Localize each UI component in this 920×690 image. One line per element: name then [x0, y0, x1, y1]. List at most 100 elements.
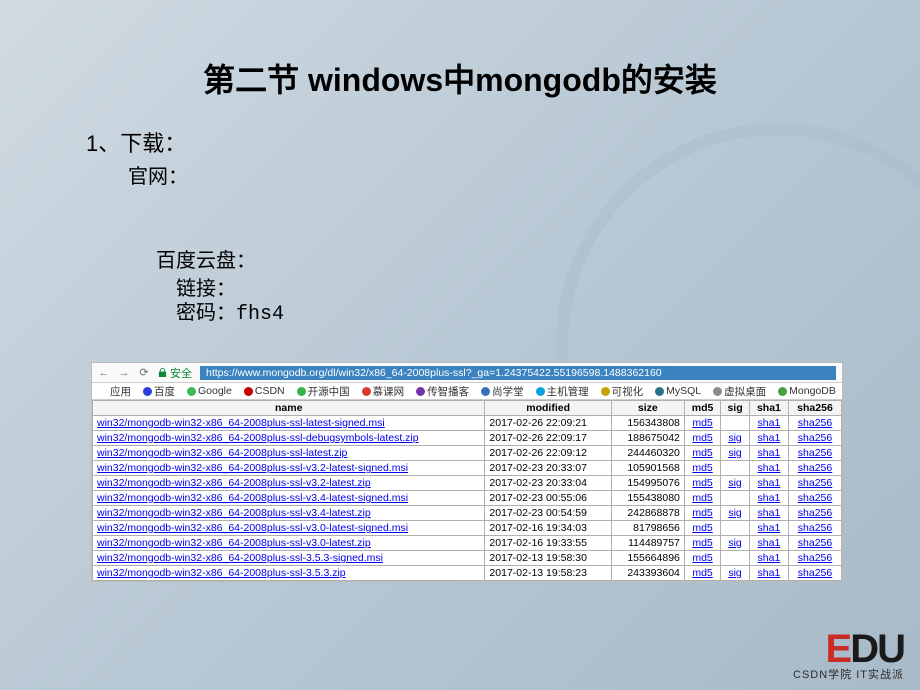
cell-sig — [721, 491, 750, 506]
md5-link[interactable]: md5 — [692, 537, 712, 549]
cell-sha1: sha1 — [749, 461, 788, 476]
reload-button[interactable]: ⟳ — [138, 366, 150, 379]
cell-sha1: sha1 — [749, 476, 788, 491]
bookmark-google[interactable]: Google — [187, 385, 232, 397]
cell-size: 105901568 — [611, 461, 684, 476]
bookmark-imooc[interactable]: 慕课网 — [362, 384, 405, 399]
col-sig: sig — [721, 401, 750, 416]
file-link[interactable]: win32/mongodb-win32-x86_64-2008plus-ssl-… — [97, 537, 371, 549]
back-button[interactable]: ← — [98, 367, 110, 379]
sha1-link[interactable]: sha1 — [758, 447, 781, 459]
cell-modified: 2017-02-23 20:33:07 — [485, 461, 611, 476]
file-link[interactable]: win32/mongodb-win32-x86_64-2008plus-ssl-… — [97, 492, 408, 504]
cell-size: 242868878 — [611, 506, 684, 521]
sig-link[interactable]: sig — [728, 507, 741, 519]
md5-link[interactable]: md5 — [692, 477, 712, 489]
sha256-link[interactable]: sha256 — [798, 477, 832, 489]
bookmark-shangxt[interactable]: 尚学堂 — [481, 384, 524, 399]
table-row: win32/mongodb-win32-x86_64-2008plus-ssl-… — [93, 566, 842, 581]
file-link[interactable]: win32/mongodb-win32-x86_64-2008plus-ssl-… — [97, 552, 383, 564]
sha1-link[interactable]: sha1 — [758, 567, 781, 579]
table-row: win32/mongodb-win32-x86_64-2008plus-ssl-… — [93, 521, 842, 536]
sha1-link[interactable]: sha1 — [758, 507, 781, 519]
sha256-link[interactable]: sha256 — [798, 447, 832, 459]
footer-subtitle: CSDN学院 IT实战派 — [793, 666, 904, 682]
cell-sha256: sha256 — [788, 551, 841, 566]
md5-link[interactable]: md5 — [692, 447, 712, 459]
sig-link[interactable]: sig — [728, 567, 741, 579]
host-icon — [536, 387, 545, 396]
md5-link[interactable]: md5 — [692, 522, 712, 534]
cell-sig — [721, 416, 750, 431]
cell-name: win32/mongodb-win32-x86_64-2008plus-ssl-… — [93, 416, 485, 431]
md5-link[interactable]: md5 — [692, 567, 712, 579]
cell-sha256: sha256 — [788, 446, 841, 461]
bookmark-chuanzhi[interactable]: 传智播客 — [416, 384, 469, 399]
cell-sha256: sha256 — [788, 566, 841, 581]
cell-size: 156343808 — [611, 416, 684, 431]
file-link[interactable]: win32/mongodb-win32-x86_64-2008plus-ssl-… — [97, 417, 385, 429]
cell-md5: md5 — [684, 461, 720, 476]
apps-button[interactable]: 应用 — [98, 384, 131, 399]
sha256-link[interactable]: sha256 — [798, 417, 832, 429]
file-table: name modified size md5 sig sha1 sha256 w… — [92, 400, 842, 581]
md5-link[interactable]: md5 — [692, 507, 712, 519]
bookmark-oschina[interactable]: 开源中国 — [297, 384, 350, 399]
forward-button[interactable]: → — [118, 367, 130, 379]
sha1-link[interactable]: sha1 — [758, 492, 781, 504]
sha1-link[interactable]: sha1 — [758, 477, 781, 489]
sha1-link[interactable]: sha1 — [758, 537, 781, 549]
table-row: win32/mongodb-win32-x86_64-2008plus-ssl-… — [93, 461, 842, 476]
file-link[interactable]: win32/mongodb-win32-x86_64-2008plus-ssl-… — [97, 462, 408, 474]
sha256-link[interactable]: sha256 — [798, 537, 832, 549]
sha256-link[interactable]: sha256 — [798, 567, 832, 579]
sha256-link[interactable]: sha256 — [798, 552, 832, 564]
cell-sha256: sha256 — [788, 521, 841, 536]
sha256-link[interactable]: sha256 — [798, 507, 832, 519]
file-link[interactable]: win32/mongodb-win32-x86_64-2008plus-ssl-… — [97, 447, 347, 459]
bookmark-host[interactable]: 主机管理 — [536, 384, 589, 399]
sha1-link[interactable]: sha1 — [758, 462, 781, 474]
url-bar[interactable]: https://www.mongodb.org/dl/win32/x86_64-… — [200, 366, 836, 380]
md5-link[interactable]: md5 — [692, 462, 712, 474]
bookmark-mongodb[interactable]: MongoDB — [778, 385, 836, 397]
file-link[interactable]: win32/mongodb-win32-x86_64-2008plus-ssl-… — [97, 432, 419, 444]
sha256-link[interactable]: sha256 — [798, 432, 832, 444]
sig-link[interactable]: sig — [728, 432, 741, 444]
sig-link[interactable]: sig — [728, 477, 741, 489]
col-sha1: sha1 — [749, 401, 788, 416]
bookmark-vm[interactable]: 虚拟桌面 — [713, 384, 766, 399]
md5-link[interactable]: md5 — [692, 417, 712, 429]
file-link[interactable]: win32/mongodb-win32-x86_64-2008plus-ssl-… — [97, 567, 346, 579]
sha1-link[interactable]: sha1 — [758, 417, 781, 429]
bookmark-mysql[interactable]: MySQL — [655, 385, 701, 397]
file-link[interactable]: win32/mongodb-win32-x86_64-2008plus-ssl-… — [97, 522, 408, 534]
sha1-link[interactable]: sha1 — [758, 552, 781, 564]
sha1-link[interactable]: sha1 — [758, 432, 781, 444]
md5-link[interactable]: md5 — [692, 432, 712, 444]
sig-link[interactable]: sig — [728, 447, 741, 459]
cell-modified: 2017-02-23 20:33:04 — [485, 476, 611, 491]
sig-link[interactable]: sig — [728, 537, 741, 549]
sha1-link[interactable]: sha1 — [758, 522, 781, 534]
md5-link[interactable]: md5 — [692, 492, 712, 504]
file-link[interactable]: win32/mongodb-win32-x86_64-2008plus-ssl-… — [97, 507, 371, 519]
browser-screenshot: ← → ⟳ 安全 https://www.mongodb.org/dl/win3… — [91, 362, 843, 582]
cell-modified: 2017-02-13 19:58:30 — [485, 551, 611, 566]
cell-md5: md5 — [684, 506, 720, 521]
file-link[interactable]: win32/mongodb-win32-x86_64-2008plus-ssl-… — [97, 477, 371, 489]
bookmark-baidu[interactable]: 百度 — [143, 384, 175, 399]
bookmark-viz[interactable]: 可视化 — [601, 384, 644, 399]
cell-name: win32/mongodb-win32-x86_64-2008plus-ssl-… — [93, 521, 485, 536]
col-md5: md5 — [684, 401, 720, 416]
sha256-link[interactable]: sha256 — [798, 462, 832, 474]
sha256-link[interactable]: sha256 — [798, 522, 832, 534]
table-row: win32/mongodb-win32-x86_64-2008plus-ssl-… — [93, 446, 842, 461]
cell-sha1: sha1 — [749, 491, 788, 506]
cell-sha1: sha1 — [749, 566, 788, 581]
section-password: 密码：fhs4 — [176, 296, 284, 326]
table-row: win32/mongodb-win32-x86_64-2008plus-ssl-… — [93, 476, 842, 491]
bookmark-csdn[interactable]: CSDN — [244, 385, 285, 397]
md5-link[interactable]: md5 — [692, 552, 712, 564]
sha256-link[interactable]: sha256 — [798, 492, 832, 504]
